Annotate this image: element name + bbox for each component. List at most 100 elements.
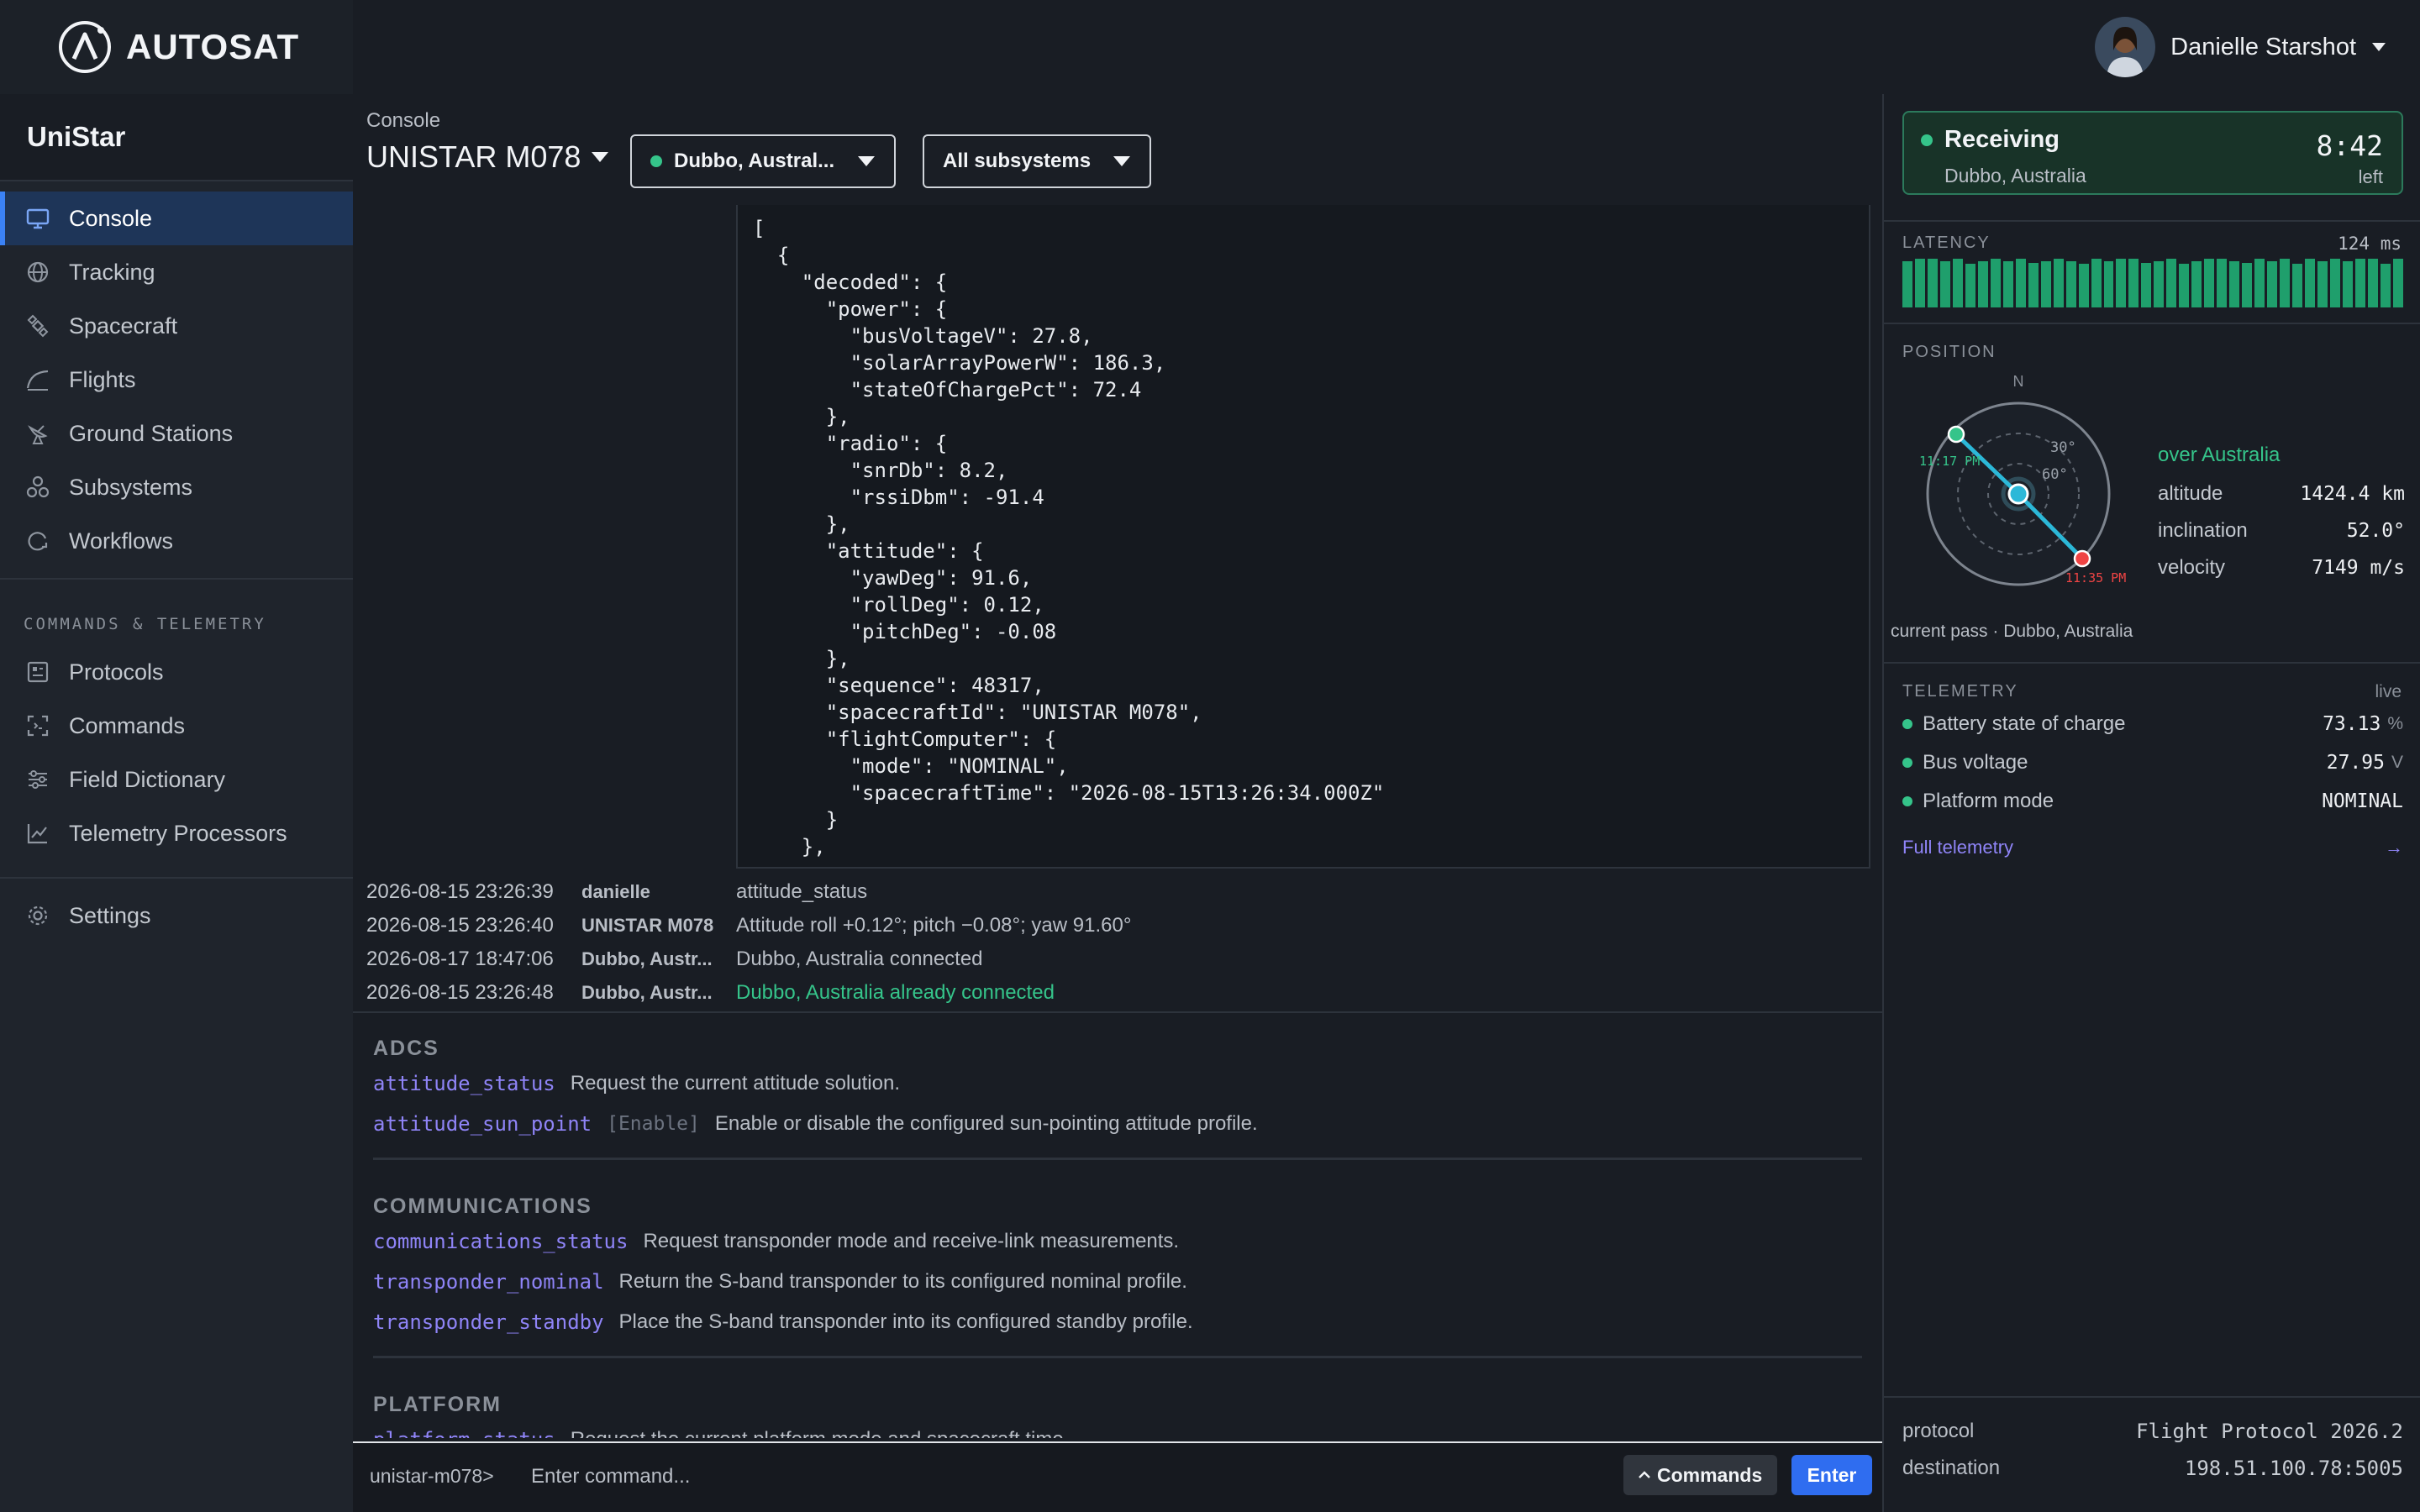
log-row[interactable]: 2026-08-15 23:26:39 danielle attitude_st… — [366, 875, 867, 909]
command-item[interactable]: transponder_nominal Return the S-band tr… — [373, 1265, 1187, 1299]
command-item[interactable]: attitude_status Request the current atti… — [373, 1067, 900, 1100]
station-filter-dropdown[interactable]: Dubbo, Austral... — [630, 134, 896, 188]
sidebar-item-tracking[interactable]: Tracking — [0, 245, 353, 299]
spacecraft-marker — [2007, 483, 2029, 505]
sidebar-item-subsystems[interactable]: Subsystems — [0, 460, 353, 514]
telemetry-value: 73.13 — [2323, 713, 2381, 735]
aos-time-label: 11:17 PM — [1919, 454, 1980, 469]
command-item[interactable]: transponder_standby Place the S-band tra… — [373, 1305, 1193, 1339]
command-group-title: COMMUNICATIONS — [373, 1194, 592, 1218]
latency-bar — [1952, 259, 1963, 307]
status-dot — [1902, 719, 1912, 729]
command-item[interactable]: communications_status Request transponde… — [373, 1225, 1179, 1258]
telemetry-title: TELEMETRY — [1902, 682, 2018, 701]
settings-nav: Settings — [0, 889, 353, 942]
latency-bar — [2305, 259, 2315, 307]
sidebar-item-label: Subsystems — [69, 474, 193, 500]
telemetry-row[interactable]: Battery state of charge 73.13 % — [1902, 707, 2403, 741]
latency-title: LATENCY — [1902, 234, 1991, 252]
spacecraft-selector[interactable]: UNISTAR M078 — [366, 139, 609, 175]
latency-bar — [2154, 260, 2165, 307]
divider — [0, 877, 353, 879]
chevron-down-icon — [592, 152, 609, 162]
status-dot — [1921, 134, 1933, 146]
command-name: platform_status — [373, 1428, 555, 1438]
top-bar: AUTOSAT Danielle Starshot — [0, 0, 2420, 94]
command-group-title: PLATFORM — [373, 1393, 502, 1416]
position-label: velocity — [2158, 556, 2226, 579]
sidebar-item-label: Spacecraft — [69, 312, 178, 339]
full-telemetry-link[interactable]: Full telemetry → — [1902, 837, 2403, 858]
divider — [1884, 323, 2420, 324]
command-group-title: ADCS — [373, 1037, 439, 1060]
sidebar-item-spacecraft[interactable]: Spacecraft — [0, 299, 353, 353]
subsystem-filter-dropdown[interactable]: All subsystems — [923, 134, 1151, 188]
sidebar-item-field-dictionary[interactable]: Field Dictionary — [0, 753, 353, 806]
flight-path-icon — [26, 370, 49, 391]
commands-button[interactable]: Commands — [1623, 1455, 1778, 1495]
latency-bar — [2191, 260, 2202, 307]
command-item[interactable]: platform_status Request the current plat… — [373, 1423, 1069, 1438]
status-dot — [1902, 758, 1912, 768]
sidebar-item-label: Protocols — [69, 659, 164, 685]
position-value: 7149 m/s — [2312, 557, 2405, 579]
position-region: over Australia — [2158, 444, 2281, 466]
sidebar-item-flights[interactable]: Flights — [0, 353, 353, 407]
command-name: transponder_nominal — [373, 1270, 604, 1294]
link-value: 198.51.100.78:5005 — [2184, 1457, 2403, 1480]
log-message: attitude_status — [736, 880, 868, 903]
log-source: Dubbo, Austr... — [581, 982, 713, 1003]
ring-label: 60° — [2042, 466, 2068, 483]
sidebar-item-workflows[interactable]: Workflows — [0, 514, 353, 568]
command-description: Return the S-band transponder to its con… — [618, 1270, 1187, 1293]
sliders-icon — [29, 770, 47, 789]
latency-bar — [2329, 259, 2340, 307]
command-name: communications_status — [373, 1230, 629, 1253]
globe-icon — [27, 261, 49, 283]
sidebar: UniStar Console Tracking Spacecraft Flig… — [0, 94, 353, 1512]
command-item[interactable]: attitude_sun_point [Enable] Enable or di… — [373, 1107, 1258, 1141]
aos-marker — [1947, 425, 1965, 444]
project-name[interactable]: UniStar — [0, 94, 353, 181]
breadcrumb[interactable]: Console — [366, 109, 440, 133]
sidebar-item-commands[interactable]: Commands — [0, 699, 353, 753]
avatar — [2095, 17, 2156, 77]
telemetry-live-badge: live — [2375, 682, 2402, 701]
sidebar-item-ground-stations[interactable]: Ground Stations — [0, 407, 353, 460]
latency-bar — [2317, 260, 2328, 307]
telemetry-row[interactable]: Bus voltage 27.95 V — [1902, 746, 2403, 780]
latency-bar — [2354, 259, 2365, 307]
sidebar-item-console[interactable]: Console — [0, 192, 353, 245]
command-input[interactable] — [531, 1458, 1455, 1495]
link-label: destination — [1902, 1457, 2001, 1479]
command-reference-list[interactable]: ADCS attitude_status Request the current… — [353, 1011, 1882, 1438]
command-name: attitude_status — [373, 1072, 555, 1095]
log-source: Dubbo, Austr... — [581, 948, 713, 969]
telemetry-label: Bus voltage — [1923, 751, 2028, 774]
pass-status-card[interactable]: Receiving Dubbo, Australia 8:42 left — [1902, 111, 2403, 195]
enter-button[interactable]: Enter — [1791, 1455, 1872, 1495]
primary-nav: Console Tracking Spacecraft Flights Grou… — [0, 181, 353, 568]
sidebar-item-telemetry-processors[interactable]: Telemetry Processors — [0, 806, 353, 860]
log-row[interactable]: 2026-08-15 23:26:40 UNISTAR M078 Attitud… — [366, 909, 1131, 942]
brand-name: AUTOSAT — [126, 27, 300, 66]
latency-bar — [2204, 259, 2215, 307]
log-row[interactable]: 2026-08-15 23:26:48 Dubbo, Austr... Dubb… — [366, 976, 1055, 1010]
user-menu[interactable]: Danielle Starshot — [2095, 0, 2386, 94]
chart-icon — [27, 824, 47, 844]
log-row[interactable]: 2026-08-17 18:47:06 Dubbo, Austr... Dubb… — [366, 942, 983, 976]
latency-bar — [1977, 260, 1988, 307]
telemetry-row[interactable]: Platform mode NOMINAL — [1902, 785, 2403, 818]
latency-bar — [2103, 260, 2114, 307]
log-source: UNISTAR M078 — [581, 915, 714, 936]
brand-logo[interactable]: AUTOSAT — [0, 0, 353, 94]
command-prompt: unistar-m078> — [370, 1465, 494, 1487]
position-details: over Australia altitude 1424.4 km inclina… — [2158, 435, 2405, 586]
decoded-json-panel[interactable]: [ { "decoded": { "power": { "busVoltageV… — [736, 205, 1870, 869]
sidebar-item-label: Workflows — [69, 528, 174, 554]
sidebar-item-protocols[interactable]: Protocols — [0, 645, 353, 699]
latency-bar — [2015, 259, 2026, 307]
los-time-label: 11:35 PM — [2065, 570, 2126, 585]
sidebar-item-settings[interactable]: Settings — [0, 889, 353, 942]
chevron-up-icon — [1639, 1471, 1650, 1478]
